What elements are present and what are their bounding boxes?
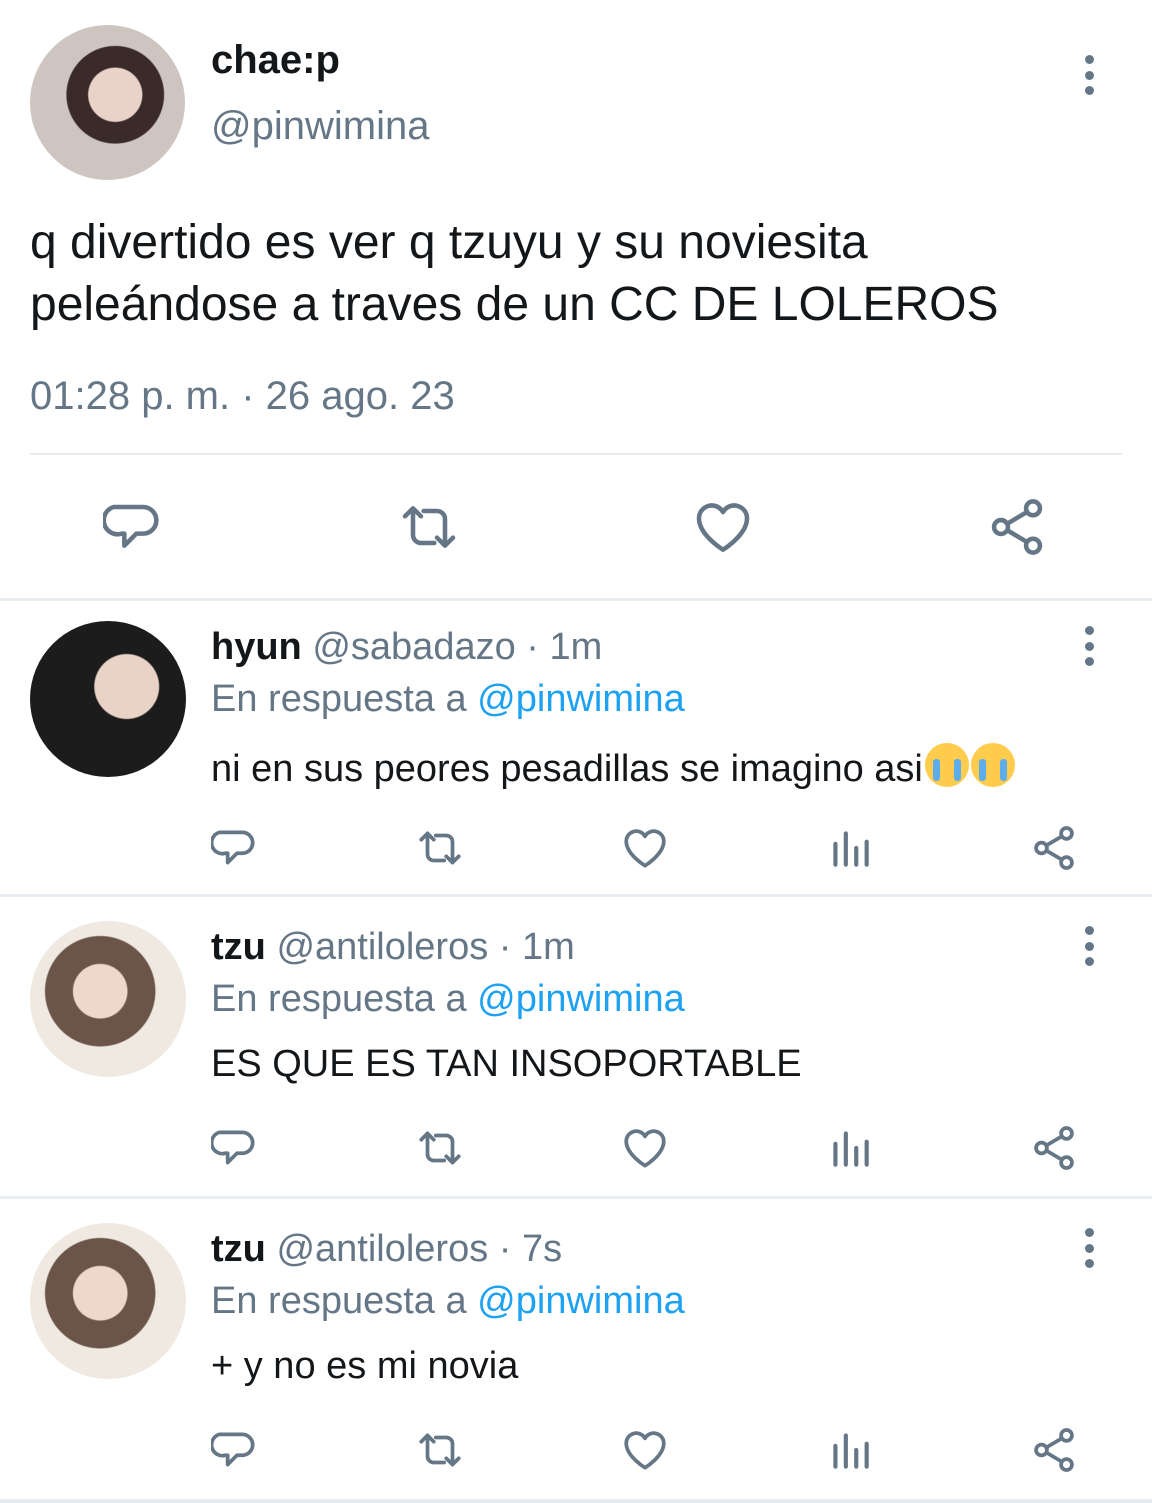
reply-icon[interactable]: [211, 823, 261, 873]
mention-link[interactable]: @pinwimina: [477, 1280, 685, 1322]
reply-prefix: En respuesta a: [211, 1280, 467, 1322]
retweet-icon[interactable]: [415, 1123, 465, 1173]
reply-icon[interactable]: [211, 1425, 261, 1475]
like-icon[interactable]: [620, 1123, 670, 1173]
reply-header: hyun @sabadazo · 1m: [211, 626, 602, 669]
author-name[interactable]: tzu: [211, 926, 266, 968]
tweet-text-line: peleándose a traves de un CC DE LOLEROS: [30, 278, 999, 331]
reply-text: ni en sus peores pesadillas se imagino a…: [211, 743, 1015, 791]
divider: [0, 1196, 1152, 1199]
share-icon[interactable]: [1029, 1123, 1079, 1173]
reply-context: En respuesta a @pinwimina: [211, 978, 685, 1021]
like-icon[interactable]: [620, 1425, 670, 1475]
like-icon[interactable]: [691, 495, 755, 559]
share-icon[interactable]: [1029, 823, 1079, 873]
avatar[interactable]: [30, 921, 186, 1077]
author-handle[interactable]: @antiloleros: [276, 926, 488, 968]
analytics-icon[interactable]: [825, 1123, 875, 1173]
reply-context: En respuesta a @pinwimina: [211, 1280, 685, 1323]
avatar[interactable]: [30, 621, 186, 777]
reply-text-content: ni en sus peores pesadillas se imagino a…: [211, 748, 923, 790]
mention-link[interactable]: @pinwimina: [477, 678, 685, 720]
avatar[interactable]: [30, 25, 185, 180]
retweet-icon[interactable]: [415, 1425, 465, 1475]
reply-time: · 7s: [498, 1228, 563, 1270]
more-options-icon[interactable]: [1079, 1228, 1099, 1268]
reply-time: · 1m: [526, 626, 603, 668]
divider: [30, 453, 1122, 455]
tweet-text-line: q divertido es ver q tzuyu y su noviesit…: [30, 216, 868, 269]
author-name[interactable]: chae:p: [211, 38, 340, 83]
reply-tweet[interactable]: tzu @antiloleros · 7s En respuesta a @pi…: [0, 1203, 1152, 1503]
reply-icon[interactable]: [211, 1123, 261, 1173]
retweet-icon[interactable]: [415, 823, 465, 873]
author-handle[interactable]: @sabadazo: [312, 626, 515, 668]
author-handle[interactable]: @antiloleros: [276, 1228, 488, 1270]
share-icon[interactable]: [985, 495, 1049, 559]
reply-text: + y no es mi novia: [211, 1345, 519, 1387]
reply-header: tzu @antiloleros · 7s: [211, 1228, 562, 1271]
analytics-icon[interactable]: [825, 823, 875, 873]
reply-context: En respuesta a @pinwimina: [211, 678, 685, 721]
share-icon[interactable]: [1029, 1425, 1079, 1475]
reply-header: tzu @antiloleros · 1m: [211, 926, 575, 969]
avatar[interactable]: [30, 1223, 186, 1379]
reply-time: · 1m: [498, 926, 575, 968]
mention-link[interactable]: @pinwimina: [477, 978, 685, 1020]
tweet-text: q divertido es ver q tzuyu y su noviesit…: [30, 212, 1120, 336]
reply-tweet[interactable]: hyun @sabadazo · 1m En respuesta a @pinw…: [0, 601, 1152, 901]
crying-face-emoji-icon: [924, 743, 969, 787]
author-name[interactable]: tzu: [211, 1228, 266, 1270]
reply-prefix: En respuesta a: [211, 978, 467, 1020]
divider: [0, 894, 1152, 897]
reply-text: ES QUE ES TAN INSOPORTABLE: [211, 1043, 802, 1085]
analytics-icon[interactable]: [825, 1425, 875, 1475]
tweet-timestamp[interactable]: 01:28 p. m. · 26 ago. 23: [30, 374, 455, 419]
divider: [0, 1499, 1152, 1503]
crying-face-emoji-icon: [970, 743, 1015, 787]
reply-prefix: En respuesta a: [211, 678, 467, 720]
main-tweet: chae:p @pinwimina q divertido es ver q t…: [0, 0, 1152, 598]
author-handle[interactable]: @pinwimina: [211, 104, 429, 149]
more-options-icon[interactable]: [1079, 55, 1099, 95]
reply-tweet[interactable]: tzu @antiloleros · 1m En respuesta a @pi…: [0, 901, 1152, 1201]
reply-icon[interactable]: [103, 495, 167, 559]
retweet-icon[interactable]: [397, 495, 461, 559]
like-icon[interactable]: [620, 823, 670, 873]
more-options-icon[interactable]: [1079, 926, 1099, 966]
more-options-icon[interactable]: [1079, 626, 1099, 666]
author-name[interactable]: hyun: [211, 626, 302, 668]
